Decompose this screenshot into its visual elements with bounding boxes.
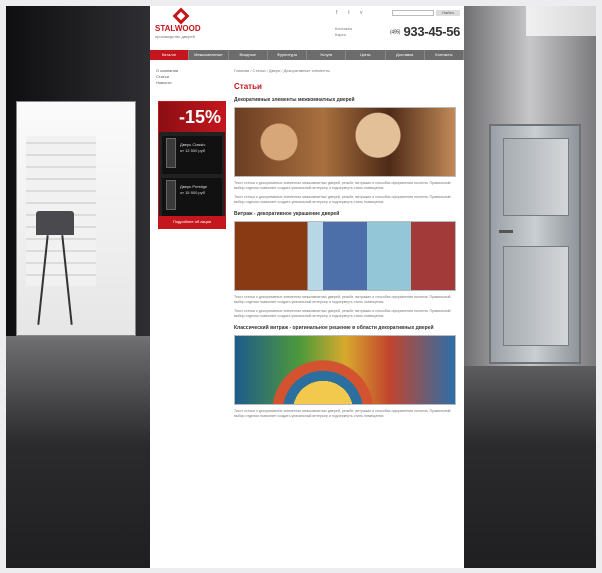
article-image-carving (234, 107, 456, 177)
logo-text: STALWOOD (155, 24, 201, 33)
nav-item[interactable]: Каталог (150, 50, 190, 60)
social-icon[interactable]: v (360, 10, 363, 16)
article-text: Текст статьи о декоративных элементах ме… (234, 295, 451, 304)
social-icon[interactable]: t (348, 10, 349, 16)
phone-number: (495) 933-45-56 (390, 24, 460, 39)
logo[interactable]: STALWOOD производство дверей (155, 7, 209, 42)
article-text: Текст статьи о декоративных элементах ме… (234, 409, 451, 418)
contact-links[interactable]: Контакты Карта (335, 26, 352, 38)
section-heading: Классический витраж - оригинальное решен… (234, 325, 434, 331)
promo-item[interactable]: Дверь Classic от 12 500 руб (162, 136, 222, 174)
nav-item[interactable]: Контакты (425, 50, 464, 60)
article-text: Текст статьи о декоративных элементах ме… (234, 181, 451, 190)
section-heading: Декоративные элементы межкомнатных двере… (234, 97, 355, 103)
promo-item-label: Дверь Prestige от 15 900 руб (180, 184, 208, 195)
door-icon (166, 138, 176, 168)
phone-digits: 933-45-56 (403, 24, 461, 39)
phone-prefix: (495) (390, 29, 401, 36)
nav-item[interactable]: Услуги (307, 50, 347, 60)
nav-item[interactable]: Межкомнатные (189, 50, 229, 60)
door-panel (503, 246, 569, 346)
screenshot-frame: STALWOOD производство дверей f t v Найти… (0, 0, 602, 573)
promo-item[interactable]: Дверь Prestige от 15 900 руб (162, 178, 222, 216)
sidebar-links[interactable]: О компании Статьи Новости (156, 68, 226, 86)
article-text: Текст статьи о декоративных элементах ме… (234, 309, 451, 318)
nav-item[interactable]: Входные (229, 50, 268, 60)
floor-lamp (36, 211, 74, 235)
door-icon (166, 180, 176, 210)
main-nav: Каталог Межкомнатные Входные Фурнитура У… (150, 50, 464, 60)
search-input[interactable] (392, 10, 434, 16)
content: Главная / Статьи / Двери / Декоративные … (234, 68, 456, 419)
social-icon[interactable]: f (336, 10, 337, 16)
article-text: Текст статьи о декоративных элементах ме… (234, 195, 451, 204)
article-image-stained-glass (234, 335, 456, 405)
door-image (489, 124, 581, 364)
logo-subtitle: производство дверей (155, 34, 195, 39)
article-image-glass (234, 221, 456, 291)
breadcrumb[interactable]: Главная / Статьи / Двери / Декоративные … (234, 68, 456, 74)
logo-mark-icon (172, 7, 190, 25)
promo-more-button[interactable]: Подробнее об акции (159, 216, 225, 228)
section-heading: Витраж - декоративное украшение дверей (234, 211, 340, 217)
ceiling-light (526, 6, 596, 36)
search-button[interactable]: Найти (436, 10, 460, 16)
door-handle (499, 230, 513, 233)
door-panel (503, 138, 569, 216)
nav-item[interactable]: Доставка (386, 50, 425, 60)
site-page: STALWOOD производство дверей f t v Найти… (150, 6, 464, 568)
promo-item-label: Дверь Classic от 12 500 руб (180, 142, 206, 153)
header: STALWOOD производство дверей f t v Найти… (150, 6, 464, 46)
nav-item[interactable]: Цены (346, 50, 386, 60)
promo-banner[interactable]: -15% Дверь Classic от 12 500 руб Дверь P… (158, 101, 226, 229)
promo-discount: -15% (159, 102, 225, 132)
page-title: Статьи (234, 82, 262, 91)
nav-item[interactable]: Фурнитура (268, 50, 307, 60)
sidebar: О компании Статьи Новости (156, 68, 226, 86)
